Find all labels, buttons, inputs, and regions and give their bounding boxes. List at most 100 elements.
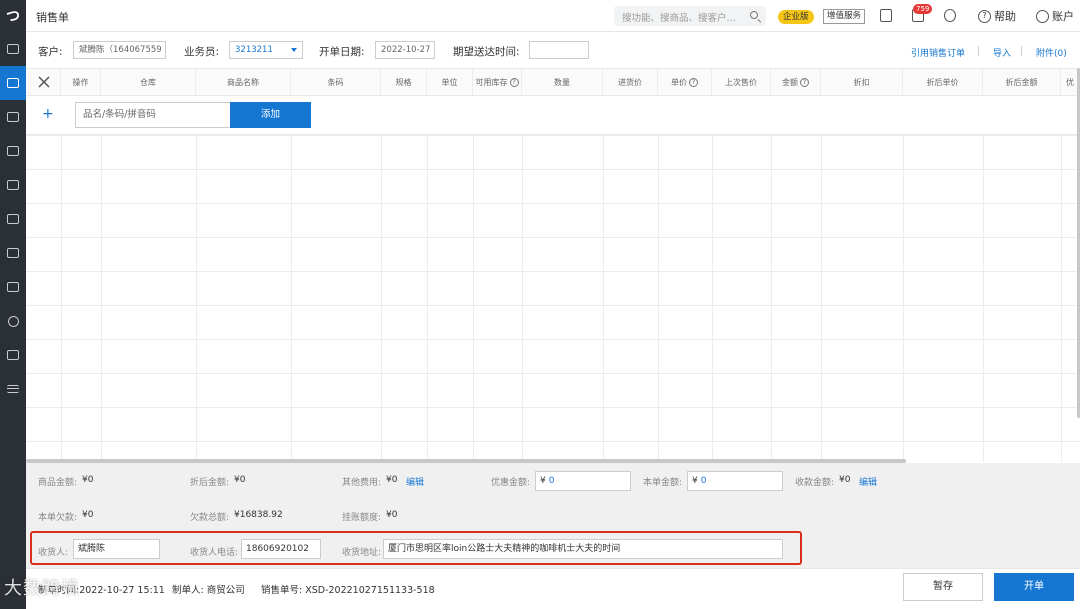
search-icon[interactable] [750,11,758,19]
preferential-input[interactable]: ¥0 [535,471,631,491]
global-search-input[interactable]: 搜功能、搜商品、搜客户... [614,6,766,26]
order-debt-label: 本单欠款: [38,513,78,523]
salesperson-value: 3213211 [235,45,273,55]
yen-symbol: ¥ [540,476,546,486]
order-summary: 商品金额: ¥0 折后金额: ¥0 其他费用: ¥0 编辑 优惠金额: ¥0 本… [26,463,1080,568]
table-row [26,339,1080,340]
table-column-divider [101,135,102,462]
creator: 制单人: 商贸公司 [172,585,245,596]
attachment-link[interactable]: 附件(0) [1036,46,1067,59]
customer-label: 客户: [38,46,63,58]
sidebar-item-delivery[interactable] [0,134,26,168]
goods-amount-label: 商品金额: [38,478,78,488]
column-header: 仓库 [101,69,196,96]
date-field[interactable]: 2022-10-27 [375,41,435,59]
column-header: 上次售价 [712,69,771,96]
column-header-label: 折后金额 [1005,78,1038,87]
submit-order-button[interactable]: 开单 [994,573,1074,601]
add-product-row: + 品名/条码/拼音码 添加 [26,96,1080,135]
save-draft-button[interactable]: 暂存 [903,573,983,601]
order-amount-label: 本单金额: [643,478,683,488]
add-button[interactable]: 添加 [230,102,311,128]
sidebar-item-products[interactable] [0,236,26,270]
order-amount-value: 0 [700,476,707,486]
sidebar-item-sales[interactable] [0,66,26,100]
table-column-divider [983,135,984,462]
table-row [26,271,1080,272]
help-icon: ? [978,9,991,23]
edit-other-fees-link[interactable]: 编辑 [406,475,424,488]
tools-icon[interactable] [38,76,50,88]
table-column-divider [427,135,428,462]
column-header: 条码 [291,69,381,96]
sidebar-item-settings[interactable] [0,372,26,406]
help-icon[interactable]: ? [509,78,519,87]
sliders-icon [7,385,19,393]
order-amount-input[interactable]: ¥0 [687,471,783,491]
pie-chart-icon [7,315,19,327]
received-label: 收款金额: [795,478,835,488]
table-row [26,305,1080,306]
discounted-amount-value: ¥0 [234,475,246,485]
table-body [26,135,1080,462]
help-label: 帮助 [994,10,1016,23]
column-header-label: 优 [1066,78,1074,87]
sidebar: つ [0,0,26,609]
table-row [26,135,1080,136]
truck-icon [7,146,19,156]
help-button[interactable]: ? 帮助 [978,8,1016,24]
edition-badge[interactable]: 企业版 [778,10,814,24]
sidebar-item-purchase[interactable] [0,100,26,134]
salesperson-select[interactable]: 3213211 [229,41,303,59]
column-settings[interactable] [26,69,61,96]
column-header-label: 仓库 [140,78,156,87]
account-button[interactable]: 账户 [1036,8,1074,24]
column-header-label: 条码 [327,78,344,87]
customer-field[interactable]: 斌腾陈（164067559 [73,41,166,59]
column-header-label: 进货价 [618,78,642,87]
help-icon[interactable]: ? [800,78,809,87]
column-header: 操作 [61,69,101,96]
column-header: 折后单价 [903,69,983,96]
ref-sales-order-link[interactable]: 引用销售订单 [911,46,965,59]
sidebar-item-analytics[interactable] [0,304,26,338]
import-link[interactable]: 导入 [993,46,1011,59]
plus-icon[interactable]: + [42,106,54,122]
purchase-icon [7,112,19,122]
column-header-label: 可用库存 [475,78,508,87]
yen-symbol: ¥ [692,476,698,486]
table-column-divider [196,135,197,462]
report-icon [7,282,19,292]
order-number: 销售单号: XSD-20221027151133-518 [261,585,435,596]
column-header: 折后金额 [983,69,1061,96]
app-logo[interactable]: つ [0,0,26,32]
chevron-down-icon [291,48,297,52]
column-header: 金额? [771,69,821,96]
table-row [26,407,1080,408]
table-column-divider [1061,135,1062,462]
delivery-time-field[interactable] [529,41,589,59]
sidebar-item-finance[interactable] [0,202,26,236]
sales-icon [7,78,19,88]
column-header: 进货价 [603,69,658,96]
clipboard-icon[interactable] [880,9,892,22]
sidebar-item-apps[interactable] [0,338,26,372]
other-fees-value: ¥0 [386,475,398,485]
product-search-input[interactable]: 品名/条码/拼音码 [75,102,231,128]
value-added-button[interactable]: 增值服务 [823,9,866,24]
table-row [26,373,1080,374]
table-row [26,237,1080,238]
sidebar-item-reports[interactable] [0,270,26,304]
table-row [26,203,1080,204]
edit-received-link[interactable]: 编辑 [859,475,877,488]
headset-icon[interactable] [944,9,956,22]
total-debt-value: ¥16838.92 [234,510,283,520]
sidebar-item-home[interactable] [0,32,26,66]
footer: 制单时间:2022-10-27 15:11 制单人: 商贸公司 销售单号: XS… [26,568,1080,609]
table-row [26,169,1080,170]
table-column-divider [658,135,659,462]
sidebar-item-warehouse[interactable] [0,168,26,202]
salesperson-label: 业务员: [184,46,220,58]
column-header: 折扣 [821,69,903,96]
help-icon[interactable]: ? [689,78,698,87]
